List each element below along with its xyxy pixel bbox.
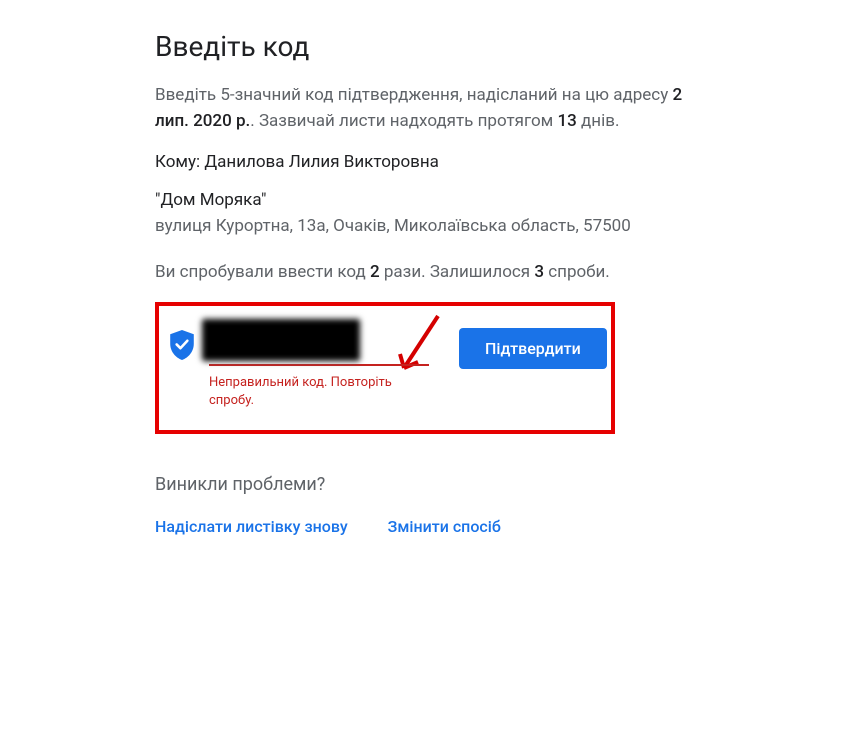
recipient-name: Данилова Лилия Викторовна [204, 152, 439, 172]
page-title: Введіть код [155, 30, 715, 63]
attempts-used: 2 [370, 262, 380, 282]
attempts-left: 3 [534, 262, 544, 282]
shield-icon [169, 330, 195, 360]
delivery-days: 13 [558, 111, 577, 131]
business-name: "Дом Моряка" [155, 190, 715, 210]
recipient-line: Кому: Данилова Лилия Викторовна [155, 152, 715, 172]
code-entry-section: Неправильний код. Повторіть спробу. Підт… [155, 302, 615, 434]
problems-heading: Виникли проблеми? [155, 474, 715, 495]
attempts-text: Ви спробували ввести код 2 рази. Залишил… [155, 262, 715, 282]
address-text: вулиця Курортна, 13а, Очаків, Миколаївсь… [155, 214, 715, 240]
description-text: Введіть 5-значний код підтвердження, над… [155, 83, 715, 134]
error-message: Неправильний код. Повторіть спробу. [209, 374, 409, 410]
change-method-link[interactable]: Змінити спосіб [388, 517, 501, 536]
resend-postcard-link[interactable]: Надіслати листівку знову [155, 517, 348, 536]
code-input[interactable] [209, 324, 429, 366]
confirm-button[interactable]: Підтвердити [459, 328, 607, 369]
